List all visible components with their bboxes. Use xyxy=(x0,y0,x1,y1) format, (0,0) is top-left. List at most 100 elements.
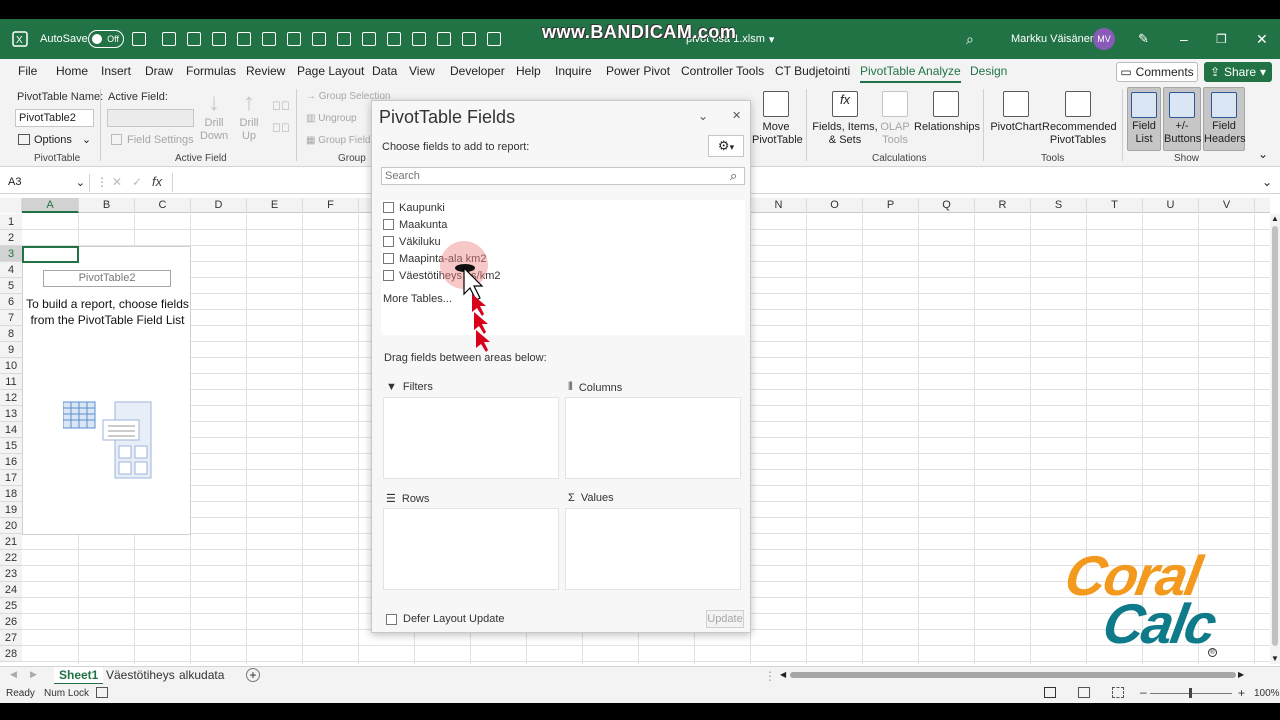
row-header[interactable]: 18 xyxy=(0,486,22,502)
close-icon[interactable]: ✕ xyxy=(732,109,741,122)
field-checkbox[interactable] xyxy=(383,219,394,230)
row-header[interactable]: 25 xyxy=(0,598,22,614)
row-header[interactable]: 26 xyxy=(0,614,22,630)
field-checkbox[interactable] xyxy=(383,270,394,281)
rows-area[interactable] xyxy=(383,508,559,590)
scroll-down-icon[interactable]: ▼ xyxy=(1271,654,1279,663)
pen-icon[interactable]: ✎ xyxy=(1138,19,1149,59)
scroll-right-icon[interactable]: ▶ xyxy=(1238,670,1244,679)
defer-layout-update[interactable]: Defer Layout Update xyxy=(386,613,505,625)
values-area[interactable] xyxy=(565,508,741,590)
active-field-input[interactable] xyxy=(107,109,194,127)
column-header[interactable]: C xyxy=(135,198,191,213)
sheet-tab-sheet1[interactable]: Sheet1 xyxy=(54,667,104,685)
name-box[interactable]: A3 ⌄ xyxy=(4,174,90,192)
row-header[interactable]: 10 xyxy=(0,358,22,374)
olap-tools-button[interactable]: OLAP Tools xyxy=(878,91,912,147)
column-header[interactable]: T xyxy=(1087,198,1143,213)
tab-help[interactable]: Help xyxy=(516,64,541,78)
row-header[interactable]: 9 xyxy=(0,342,22,358)
tab-design[interactable]: Design xyxy=(970,64,1007,78)
comments-button[interactable]: ▭ Comments xyxy=(1116,62,1198,82)
scroll-up-icon[interactable]: ▲ xyxy=(1271,214,1279,223)
quick-access-icon[interactable] xyxy=(337,32,351,46)
field-checkbox[interactable] xyxy=(383,236,394,247)
row-header[interactable]: 11 xyxy=(0,374,22,390)
column-header[interactable]: N xyxy=(751,198,807,213)
next-sheet-icon[interactable]: ▶ xyxy=(30,669,37,680)
row-header[interactable]: 4 xyxy=(0,262,22,278)
row-header[interactable]: 27 xyxy=(0,630,22,646)
relationships-button[interactable]: Relationships xyxy=(914,91,980,134)
row-header[interactable]: 22 xyxy=(0,550,22,566)
minimize-icon[interactable]: – xyxy=(1180,19,1188,59)
search-icon[interactable]: ⌕ xyxy=(966,19,974,59)
row-header[interactable]: 28 xyxy=(0,646,22,662)
row-header[interactable]: 21 xyxy=(0,534,22,550)
row-header[interactable]: 8 xyxy=(0,326,22,342)
quick-access-icon[interactable] xyxy=(437,32,451,46)
field-settings-button[interactable]: Field Settings xyxy=(111,134,194,146)
zoom-out-icon[interactable]: – xyxy=(1140,685,1147,699)
normal-view-icon[interactable] xyxy=(1044,687,1056,698)
autosave-toggle[interactable]: Off xyxy=(82,19,124,59)
columns-area[interactable] xyxy=(565,397,741,479)
plus-minus-buttons-button[interactable]: +/- Buttons xyxy=(1163,87,1201,151)
restore-icon[interactable]: ❐ xyxy=(1216,19,1227,59)
quick-access-icon[interactable] xyxy=(412,32,426,46)
scroll-left-icon[interactable]: ◀ xyxy=(780,670,786,679)
save-icon[interactable] xyxy=(132,19,146,59)
horizontal-scroll-thumb[interactable] xyxy=(790,672,1236,678)
row-header[interactable]: 3 xyxy=(0,246,22,262)
drill-up-button[interactable]: ↑ Drill Up xyxy=(234,89,264,143)
quick-access-icon[interactable] xyxy=(162,32,176,46)
column-header[interactable]: Q xyxy=(919,198,975,213)
add-sheet-button[interactable]: + xyxy=(246,668,260,682)
zoom-slider-thumb[interactable] xyxy=(1189,688,1192,698)
tab-home[interactable]: Home xyxy=(56,64,88,78)
row-header[interactable]: 14 xyxy=(0,422,22,438)
column-header[interactable]: E xyxy=(247,198,303,213)
prev-sheet-icon[interactable]: ◀ xyxy=(10,669,17,680)
quick-access-icon[interactable] xyxy=(312,32,326,46)
update-button[interactable]: Update xyxy=(706,610,744,628)
row-header[interactable]: 1 xyxy=(0,214,22,230)
vertical-scroll-thumb[interactable] xyxy=(1272,226,1278,646)
row-header[interactable]: 23 xyxy=(0,566,22,582)
selected-cell[interactable] xyxy=(22,246,79,263)
quick-access-icon[interactable] xyxy=(362,32,376,46)
field-item-kaupunki[interactable]: Kaupunki xyxy=(383,200,445,215)
column-header[interactable]: P xyxy=(863,198,919,213)
insert-function-icon[interactable]: fx xyxy=(152,174,162,189)
collapse-ribbon-icon[interactable]: ⌄ xyxy=(1258,147,1268,161)
column-header[interactable]: R xyxy=(975,198,1031,213)
row-header[interactable]: 17 xyxy=(0,470,22,486)
field-item-vakiluku[interactable]: Väkiluku xyxy=(383,234,441,249)
more-tables-link[interactable]: More Tables... xyxy=(383,293,452,305)
quick-access-icon[interactable] xyxy=(262,32,276,46)
column-header[interactable]: A xyxy=(22,198,79,213)
field-checkbox[interactable] xyxy=(383,202,394,213)
sheet-tab-alkudata[interactable]: alkudata xyxy=(174,667,229,685)
pivottable-name-input[interactable]: PivotTable2 xyxy=(15,109,94,127)
tab-page-layout[interactable]: Page Layout xyxy=(297,64,364,78)
tab-view[interactable]: View xyxy=(409,64,435,78)
quick-access-icon[interactable] xyxy=(187,32,201,46)
tab-review[interactable]: Review xyxy=(246,64,285,78)
tab-pivottable-analyze[interactable]: PivotTable Analyze xyxy=(860,64,961,83)
quick-access-icon[interactable] xyxy=(287,32,301,46)
defer-checkbox[interactable] xyxy=(386,613,397,625)
column-header[interactable]: S xyxy=(1031,198,1087,213)
ungroup-button[interactable]: ▥ Ungroup xyxy=(306,113,357,124)
tab-file[interactable]: File xyxy=(18,64,37,78)
tab-data[interactable]: Data xyxy=(372,64,397,78)
column-header[interactable]: O xyxy=(807,198,863,213)
select-all-corner[interactable] xyxy=(0,198,22,213)
accessibility-icon[interactable] xyxy=(96,687,108,698)
filters-area[interactable] xyxy=(383,397,559,479)
pivotchart-button[interactable]: PivotChart xyxy=(990,91,1042,134)
row-header[interactable]: 16 xyxy=(0,454,22,470)
column-header[interactable]: U xyxy=(1143,198,1199,213)
row-header[interactable]: 2 xyxy=(0,230,22,246)
quick-access-icon[interactable] xyxy=(237,32,251,46)
